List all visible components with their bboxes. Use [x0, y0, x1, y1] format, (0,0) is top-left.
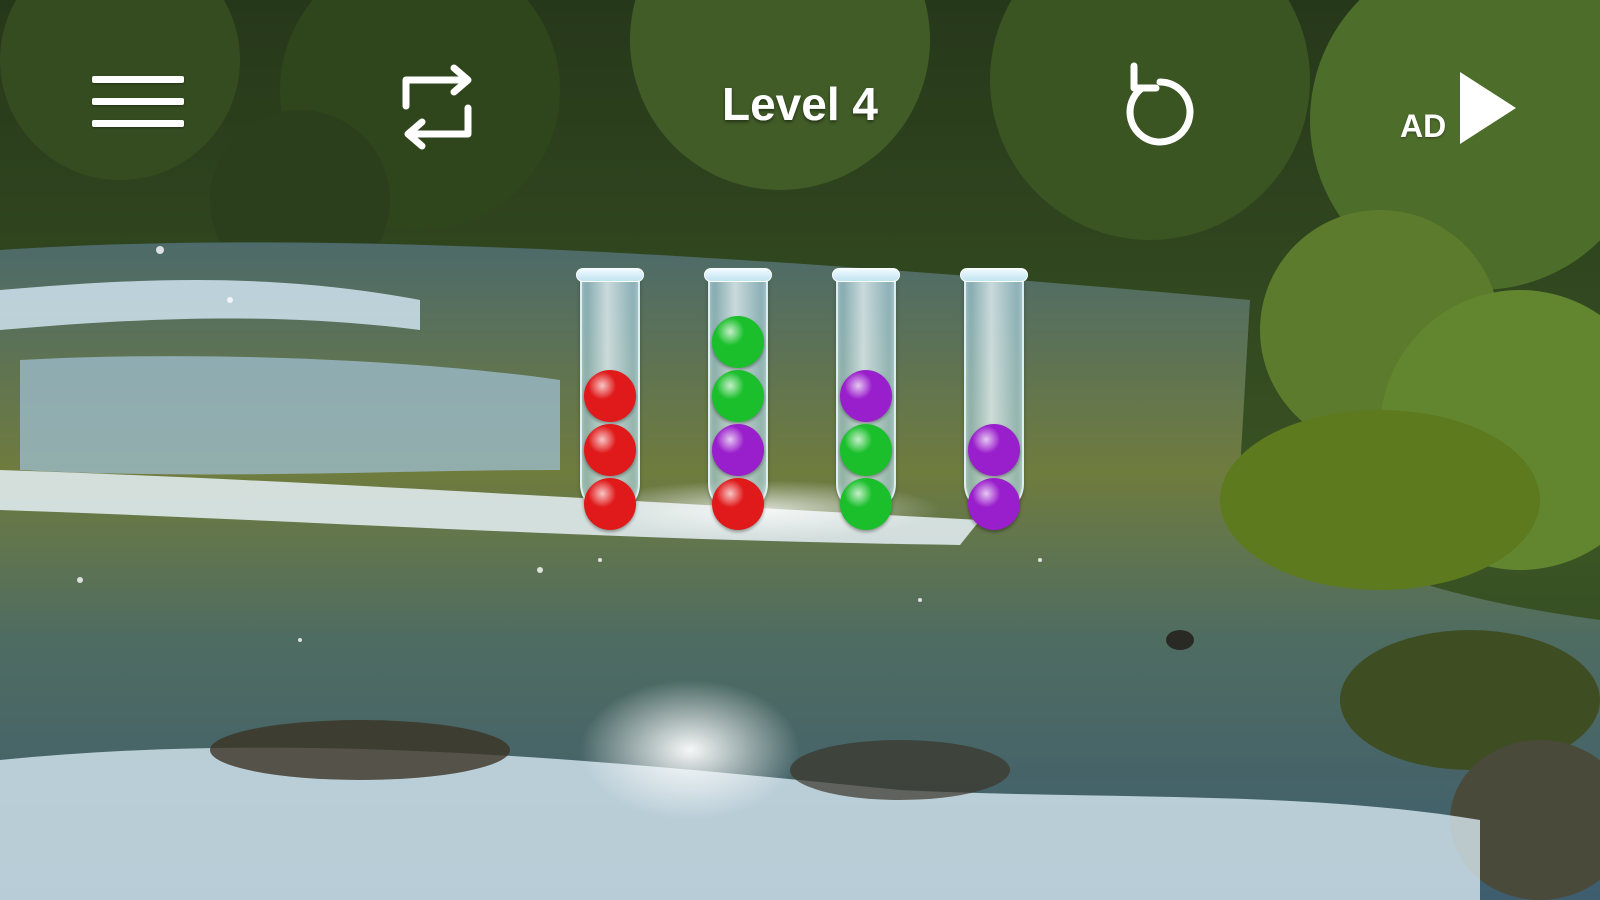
ball-red — [584, 478, 636, 530]
tube-rim — [960, 268, 1028, 282]
tube-3[interactable] — [832, 268, 900, 530]
ball-green — [840, 424, 892, 476]
ball-purple — [968, 424, 1020, 476]
tube-2[interactable] — [704, 268, 772, 530]
tube-rim — [832, 268, 900, 282]
ball-red — [712, 478, 764, 530]
ball-purple — [968, 478, 1020, 530]
ball-green — [712, 316, 764, 368]
tube-4[interactable] — [960, 268, 1028, 530]
ball-red — [584, 370, 636, 422]
tube-1[interactable] — [576, 268, 644, 530]
ball-purple — [840, 370, 892, 422]
ball-red — [584, 424, 636, 476]
tube-rim — [576, 268, 644, 282]
ball-purple — [712, 424, 764, 476]
ball-green — [712, 370, 764, 422]
tube-rim — [704, 268, 772, 282]
tubes-area — [0, 0, 1600, 900]
ball-green — [840, 478, 892, 530]
